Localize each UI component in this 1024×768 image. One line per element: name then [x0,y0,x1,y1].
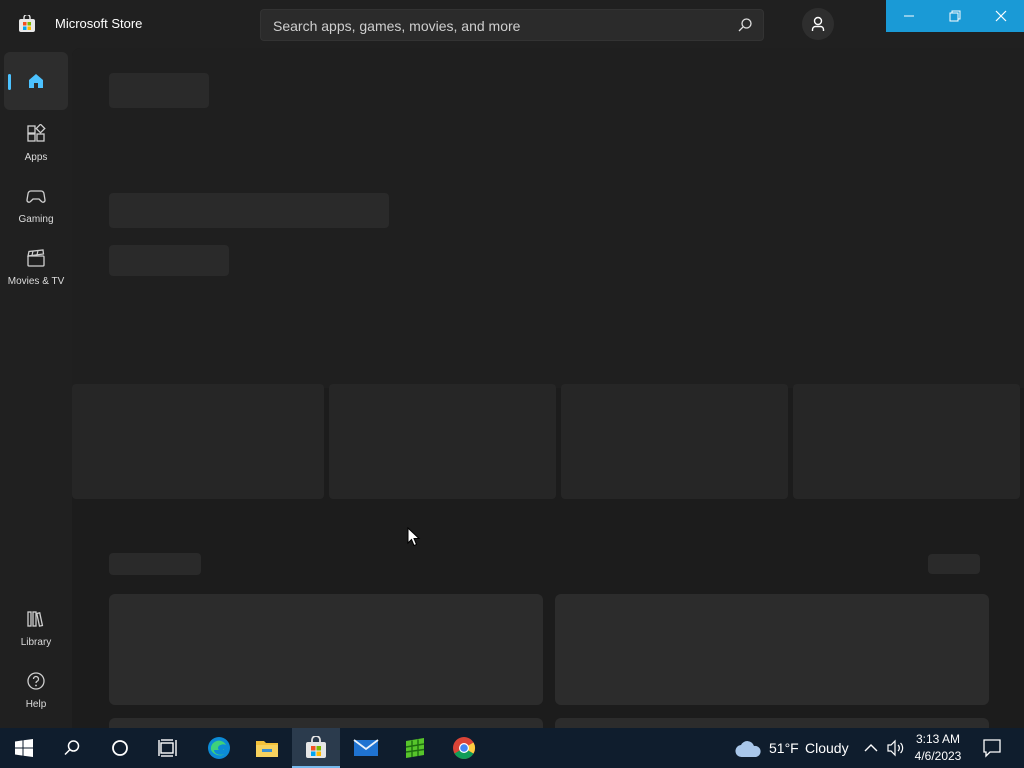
home-icon [29,74,43,88]
windows-logo-icon [15,739,33,757]
section-title-placeholder [109,553,201,575]
close-button[interactable] [978,0,1024,32]
search-input[interactable] [271,10,725,42]
green-app-icon [405,738,425,758]
folder-icon [256,741,278,757]
hero-button-placeholder[interactable] [109,245,229,276]
restore-button[interactable] [932,0,978,32]
sidebar-item-label: Library [20,637,52,648]
search-icon[interactable] [737,17,753,33]
app-title: Microsoft Store [55,16,143,31]
clapperboard-icon [27,249,45,267]
app-card-placeholder[interactable] [109,594,543,705]
chevron-up-icon[interactable] [864,742,878,754]
sidebar: Apps Gaming Movies & TV Library Help [0,48,72,728]
taskbar: 51°F Cloudy 3:13 AM 4/6/2023 [0,728,1024,768]
help-icon [27,672,45,690]
minimize-icon [904,15,914,17]
sidebar-item-label: Gaming [18,214,54,225]
taskbar-app-file-explorer[interactable] [243,728,291,768]
task-view-icon [158,739,177,757]
clock-time: 3:13 AM [915,732,961,746]
sidebar-item-apps[interactable]: Apps [4,114,68,172]
taskbar-app-microsoft-store[interactable] [292,728,340,768]
chrome-icon [453,737,475,759]
cortana-icon [112,740,128,756]
sidebar-item-label: Movies & TV [7,276,65,287]
weather-condition[interactable]: Cloudy [805,740,849,756]
sidebar-item-gaming[interactable]: Gaming [4,176,68,234]
main-content [72,48,1024,728]
cortana-button[interactable] [96,728,144,768]
microsoft-store-icon [19,15,35,32]
sidebar-item-movies-tv[interactable]: Movies & TV [4,238,68,296]
hero-banner-placeholder [72,48,1024,388]
gamepad-icon [26,190,46,203]
cloudy-weather-icon[interactable] [735,740,763,758]
taskbar-clock[interactable]: 3:13 AM 4/6/2023 [900,731,976,765]
taskbar-app-chrome[interactable] [440,728,488,768]
notifications-icon[interactable] [982,738,1002,758]
close-icon [995,10,1007,22]
hero-subtitle-placeholder [109,193,389,228]
person-icon [811,16,825,31]
sidebar-item-library[interactable]: Library [4,599,68,657]
library-icon [27,611,44,627]
active-indicator [8,74,11,90]
search-icon [64,740,80,756]
sidebar-item-help[interactable]: Help [4,661,68,719]
sidebar-item-label: Apps [24,152,48,163]
account-button[interactable] [802,8,834,40]
minimize-button[interactable] [886,0,932,32]
see-all-placeholder[interactable] [928,554,980,574]
task-view-button[interactable] [144,728,192,768]
app-card-placeholder[interactable] [555,594,989,705]
clock-date: 4/6/2023 [914,749,962,763]
sidebar-item-home[interactable] [4,52,68,110]
taskbar-app-green[interactable] [391,728,439,768]
search-box[interactable] [260,9,764,42]
featured-tile-placeholder[interactable] [793,384,1020,499]
microsoft-store-icon [306,736,326,758]
mail-icon [353,739,379,756]
edge-icon [208,737,230,759]
app-card-placeholder[interactable] [555,718,989,728]
taskbar-app-edge[interactable] [195,728,243,768]
sidebar-item-label: Help [25,699,47,710]
taskbar-search-button[interactable] [48,728,96,768]
weather-temperature[interactable]: 51°F [769,740,799,756]
taskbar-app-mail[interactable] [342,728,390,768]
title-bar: Microsoft Store [0,0,1024,48]
restore-icon [949,10,961,22]
mouse-cursor-icon [407,527,421,547]
app-card-placeholder[interactable] [109,718,543,728]
apps-icon [27,124,46,142]
start-button[interactable] [0,728,48,768]
featured-tile-placeholder[interactable] [72,384,324,499]
hero-title-placeholder [109,73,209,108]
featured-tile-placeholder[interactable] [329,384,556,499]
featured-tile-placeholder[interactable] [561,384,788,499]
